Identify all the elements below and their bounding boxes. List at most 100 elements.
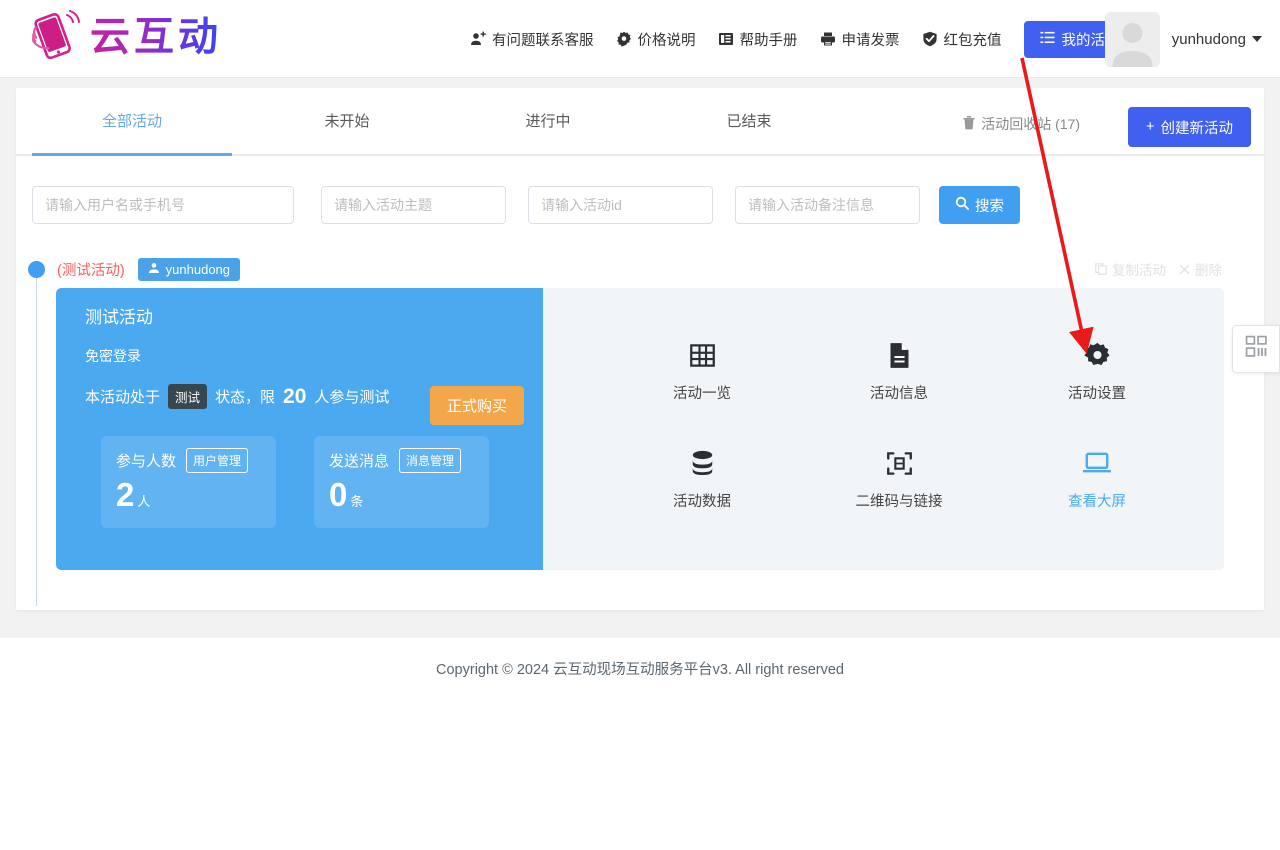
recycle-bin-label: 活动回收站 (17) — [981, 116, 1080, 132]
qrcode-scan-icon — [819, 442, 979, 484]
copy-activity-label: 复制活动 — [1112, 263, 1166, 278]
tab-finished[interactable]: 已结束 — [649, 88, 849, 156]
nav-label: 价格说明 — [637, 32, 696, 49]
copyright-text: Copyright © 2024 云互动现场互动服务平台v3. All righ… — [436, 661, 844, 678]
monitor-icon — [1017, 442, 1177, 484]
action-qrcode-link[interactable]: 二维码与链接 — [819, 442, 979, 511]
search-input-topic[interactable] — [321, 186, 506, 224]
footer: Copyright © 2024 云互动现场互动服务平台v3. All righ… — [0, 638, 1280, 698]
close-icon — [1179, 264, 1190, 275]
activity-meta-row: (测试活动) yunhudong — [57, 258, 241, 281]
copy-activity-link[interactable]: 复制活动 — [1095, 259, 1166, 279]
stat-header: 参与人数 用户管理 — [116, 448, 249, 473]
nav-item-request-invoice[interactable]: 申请发票 — [820, 29, 900, 50]
stat-messages: 发送消息 消息管理 0 条 — [314, 436, 489, 528]
site-logo[interactable]: 云互动 — [22, 6, 222, 68]
status-suffix: 人参与测试 — [314, 389, 390, 406]
nav-label: 红包充值 — [943, 32, 1002, 49]
action-label: 活动数据 — [673, 494, 731, 510]
action-view-big-screen[interactable]: 查看大屏 — [1017, 442, 1177, 511]
create-activity-label: 创建新活动 — [1160, 120, 1234, 137]
top-navigation: 有问题联系客服 价格说明 帮助手册 申请发票 红包充值 我的活动 — [470, 0, 1136, 78]
tab-all-activities[interactable]: 全部活动 — [32, 88, 232, 156]
search-input-remark[interactable] — [735, 186, 920, 224]
stat-label: 发送消息 — [329, 453, 390, 470]
test-activity-label: (测试活动) — [57, 263, 125, 279]
grid-icon — [622, 334, 782, 376]
action-activity-data[interactable]: 活动数据 — [622, 442, 782, 511]
nav-item-contact-support[interactable]: 有问题联系客服 — [470, 29, 594, 50]
person-icon — [148, 262, 160, 277]
activity-panel: 测试活动 免密登录 本活动处于 测试 状态，限 20 人参与测试 正式购买 参与… — [56, 288, 1224, 570]
status-middle: 状态，限 — [215, 389, 276, 406]
activity-action-grid: 活动一览 活动信息 活动设置 活动数据 二维码与链接 查看大屏 — [543, 288, 1224, 570]
document-icon — [819, 334, 979, 376]
delete-activity-label: 删除 — [1195, 263, 1222, 278]
action-label: 活动信息 — [870, 386, 928, 402]
buy-now-button[interactable]: 正式购买 — [430, 386, 525, 425]
create-activity-button[interactable]: + 创建新活动 — [1128, 107, 1251, 147]
delete-activity-link[interactable]: 删除 — [1179, 259, 1222, 279]
tab-label: 已结束 — [726, 113, 772, 130]
action-label: 活动设置 — [1068, 386, 1126, 402]
nav-label: 帮助手册 — [739, 32, 798, 49]
avatar[interactable] — [1104, 11, 1160, 67]
list-icon — [1039, 30, 1055, 49]
stat-value-wrap: 2 人 — [116, 478, 150, 511]
search-input-username[interactable] — [32, 186, 294, 224]
owner-badge[interactable]: yunhudong — [137, 258, 241, 281]
stat-participants: 参与人数 用户管理 2 人 — [101, 436, 276, 528]
app-page: 云互动 有问题联系客服 价格说明 帮助手册 申请发票 红包充值 我的活动 yun… — [0, 0, 1280, 850]
owner-name: yunhudong — [165, 262, 231, 277]
content-card: 全部活动 未开始 进行中 已结束 活动回收站 (17) + 创建新活动 请输入用… — [16, 88, 1264, 610]
gear-icon — [1017, 334, 1177, 376]
message-management-button[interactable]: 消息管理 — [399, 448, 462, 473]
user-area[interactable]: yunhudong — [1104, 0, 1262, 78]
nav-item-help-manual[interactable]: 帮助手册 — [718, 29, 798, 50]
user-plus-icon — [470, 31, 486, 47]
activity-status-text: 本活动处于 测试 状态，限 20 人参与测试 — [85, 384, 389, 409]
active-tab-indicator — [32, 153, 232, 156]
stat-unit: 人 — [137, 494, 151, 509]
search-input-activity-id[interactable] — [528, 186, 713, 224]
activity-subtitle: 免密登录 — [85, 348, 141, 364]
side-dashboard-tab[interactable] — [1232, 325, 1280, 373]
hand-holding-phone-icon — [22, 6, 84, 68]
tab-in-progress[interactable]: 进行中 — [448, 88, 648, 156]
stat-number: 2 — [116, 476, 135, 513]
chevron-down-icon — [1252, 36, 1262, 42]
copy-icon — [1095, 263, 1107, 275]
activity-title: 测试活动 — [85, 308, 153, 327]
search-icon — [955, 196, 969, 214]
action-label: 二维码与链接 — [855, 494, 943, 510]
nav-label: 申请发票 — [841, 32, 900, 49]
action-activity-settings[interactable]: 活动设置 — [1017, 334, 1177, 403]
user-menu[interactable]: yunhudong — [1172, 31, 1262, 48]
action-label: 活动一览 — [673, 386, 731, 402]
tab-label: 未开始 — [324, 113, 370, 130]
nav-item-redpacket-recharge[interactable]: 红包充值 — [922, 29, 1002, 50]
user-management-button[interactable]: 用户管理 — [186, 448, 249, 473]
user-name-label: yunhudong — [1171, 30, 1246, 48]
tab-not-started[interactable]: 未开始 — [247, 88, 447, 156]
tab-label: 全部活动 — [101, 113, 162, 130]
action-activity-overview[interactable]: 活动一览 — [622, 334, 782, 403]
printer-icon — [820, 31, 836, 47]
stat-header: 发送消息 消息管理 — [329, 448, 462, 473]
top-header: 云互动 有问题联系客服 价格说明 帮助手册 申请发票 红包充值 我的活动 yun… — [0, 0, 1280, 78]
action-activity-info[interactable]: 活动信息 — [819, 334, 979, 403]
book-icon — [718, 31, 734, 47]
shield-check-icon — [922, 31, 938, 47]
status-limit-number: 20 — [283, 384, 307, 408]
gear-badge-icon — [616, 31, 632, 47]
stat-label: 参与人数 — [116, 453, 177, 470]
activity-status-dot — [28, 261, 45, 278]
status-prefix: 本活动处于 — [85, 389, 161, 406]
recycle-bin-link[interactable]: 活动回收站 (17) — [963, 114, 1080, 134]
nav-label: 有问题联系客服 — [492, 32, 594, 49]
search-button[interactable]: 搜索 — [939, 186, 1020, 224]
row-action-links: 复制活动 删除 — [1095, 259, 1222, 279]
action-label: 查看大屏 — [1068, 494, 1126, 510]
nav-item-price-info[interactable]: 价格说明 — [616, 29, 696, 50]
plus-icon: + — [1146, 119, 1155, 135]
